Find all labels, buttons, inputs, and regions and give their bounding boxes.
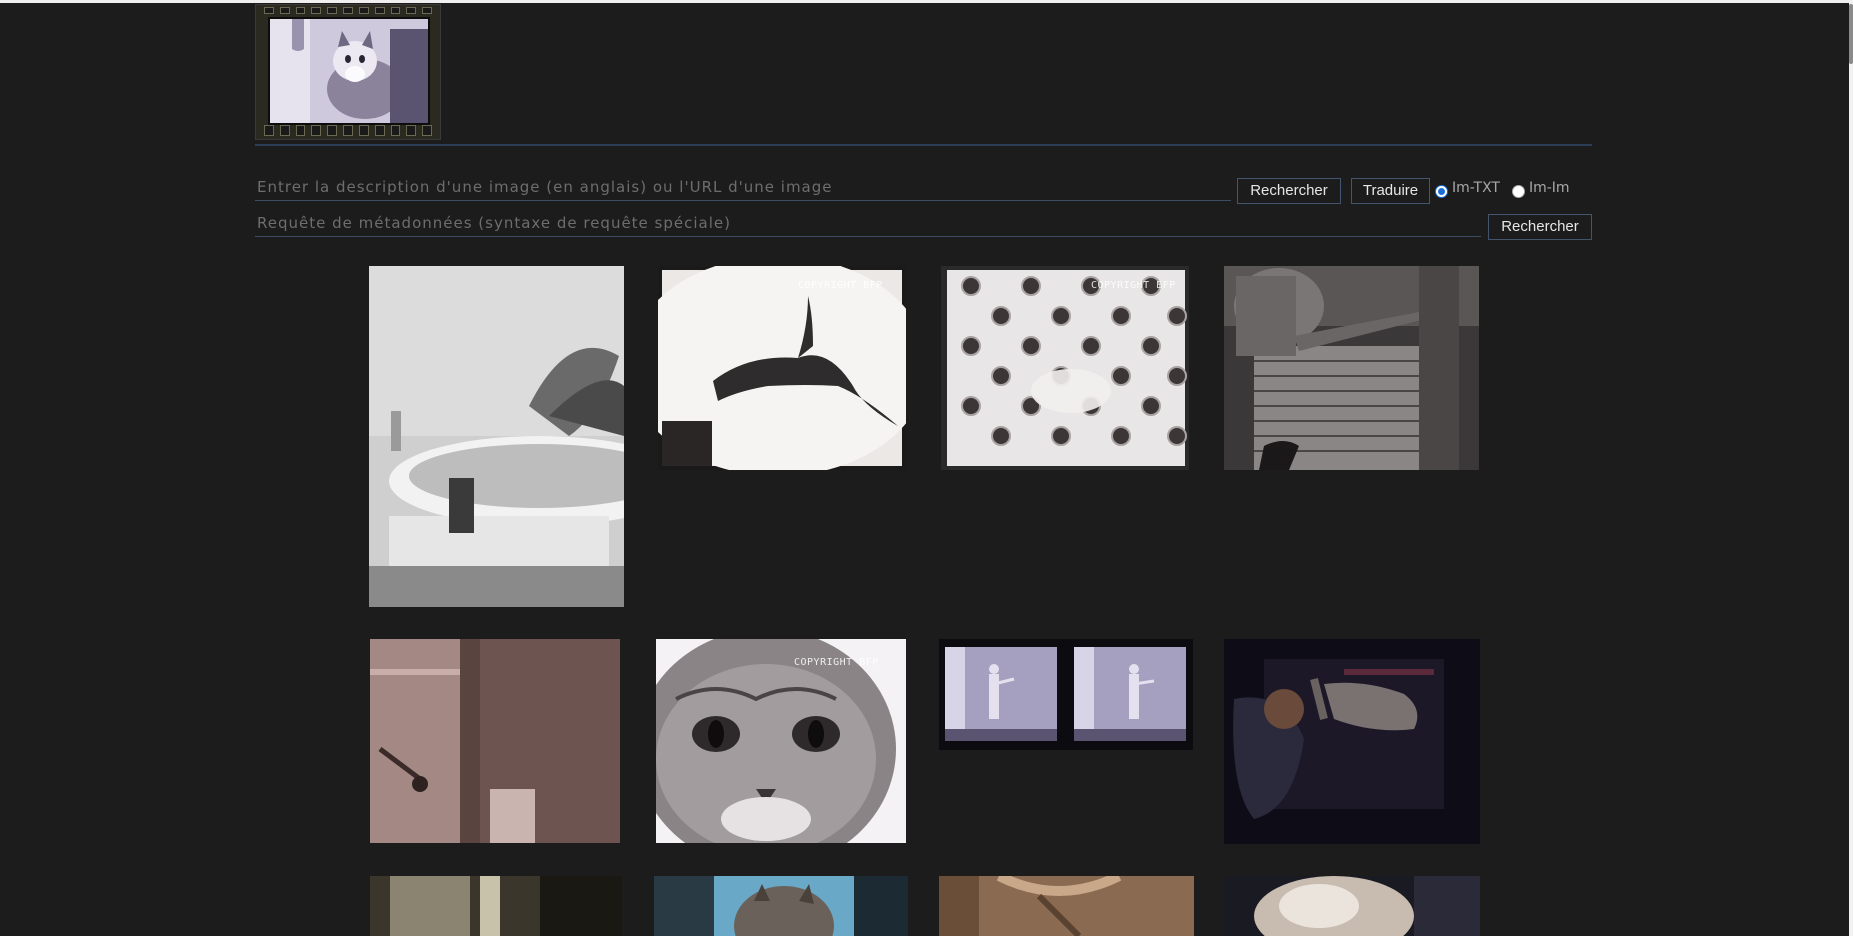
radio-im-im[interactable] [1511, 184, 1525, 198]
result-thumbnail[interactable]: COPYRIGHT BFP [658, 266, 906, 470]
result-thumbnail[interactable] [370, 639, 620, 843]
search-mode-radio-group: Im-TXT Im-Im [1435, 178, 1578, 204]
result-thumbnail[interactable] [654, 876, 908, 936]
result-thumbnail[interactable] [369, 266, 624, 607]
cat-blue-background-image [654, 876, 908, 936]
search-button[interactable]: Rechercher [1237, 178, 1341, 204]
film-perforations-top [264, 7, 432, 14]
bathtub-image [369, 266, 624, 607]
radio-im-txt[interactable] [1435, 184, 1448, 198]
cat-upside-down-image [1224, 639, 1480, 844]
result-thumbnail[interactable]: COPYRIGHT BFP [941, 266, 1189, 470]
logo-cat-image [268, 17, 430, 125]
radio-im-im-label: Im-Im [1528, 180, 1570, 196]
result-thumbnail[interactable] [1224, 639, 1480, 844]
result-thumbnail[interactable]: COPYRIGHT BFP [656, 639, 906, 843]
result-thumbnail[interactable] [1224, 876, 1480, 936]
top-strip [0, 0, 1853, 3]
result-thumbnail[interactable] [1224, 266, 1479, 470]
logo[interactable] [255, 4, 441, 140]
description-search-input[interactable] [255, 174, 1231, 201]
fabric-closeup-image [939, 876, 1194, 936]
blurred-white-cat-image [1224, 876, 1480, 936]
result-thumbnail[interactable] [939, 639, 1193, 750]
jumping-cat-image [658, 266, 906, 470]
patterned-floor-cat-image [941, 266, 1189, 470]
watermark: COPYRIGHT BFP [798, 280, 883, 291]
watermark: COPYRIGHT BFP [794, 657, 879, 668]
result-thumbnail[interactable] [939, 876, 1194, 936]
metadata-query-input[interactable] [255, 210, 1481, 237]
cat-face-image [656, 639, 906, 843]
scrollbar[interactable] [1849, 0, 1853, 936]
shower-interior-image [370, 639, 620, 843]
metadata-search-row: Rechercher [255, 210, 1592, 240]
header-divider [255, 144, 1592, 146]
translate-button[interactable]: Traduire [1351, 178, 1430, 204]
metadata-search-button[interactable]: Rechercher [1488, 214, 1592, 240]
doorway-image [370, 876, 622, 936]
scrollbar-thumb[interactable] [1849, 4, 1853, 64]
result-thumbnail[interactable] [370, 876, 622, 936]
watering-can-image [1224, 266, 1479, 470]
image-search-row: Rechercher Traduire Im-TXT Im-Im [255, 174, 1592, 204]
page: Rechercher Traduire Im-TXT Im-Im Recherc… [0, 0, 1853, 936]
watermark: COPYRIGHT BFP [1091, 280, 1176, 291]
radio-im-txt-label: Im-TXT [1452, 180, 1500, 196]
figure-strip-image [939, 639, 1193, 750]
film-perforations-bottom [264, 125, 432, 136]
